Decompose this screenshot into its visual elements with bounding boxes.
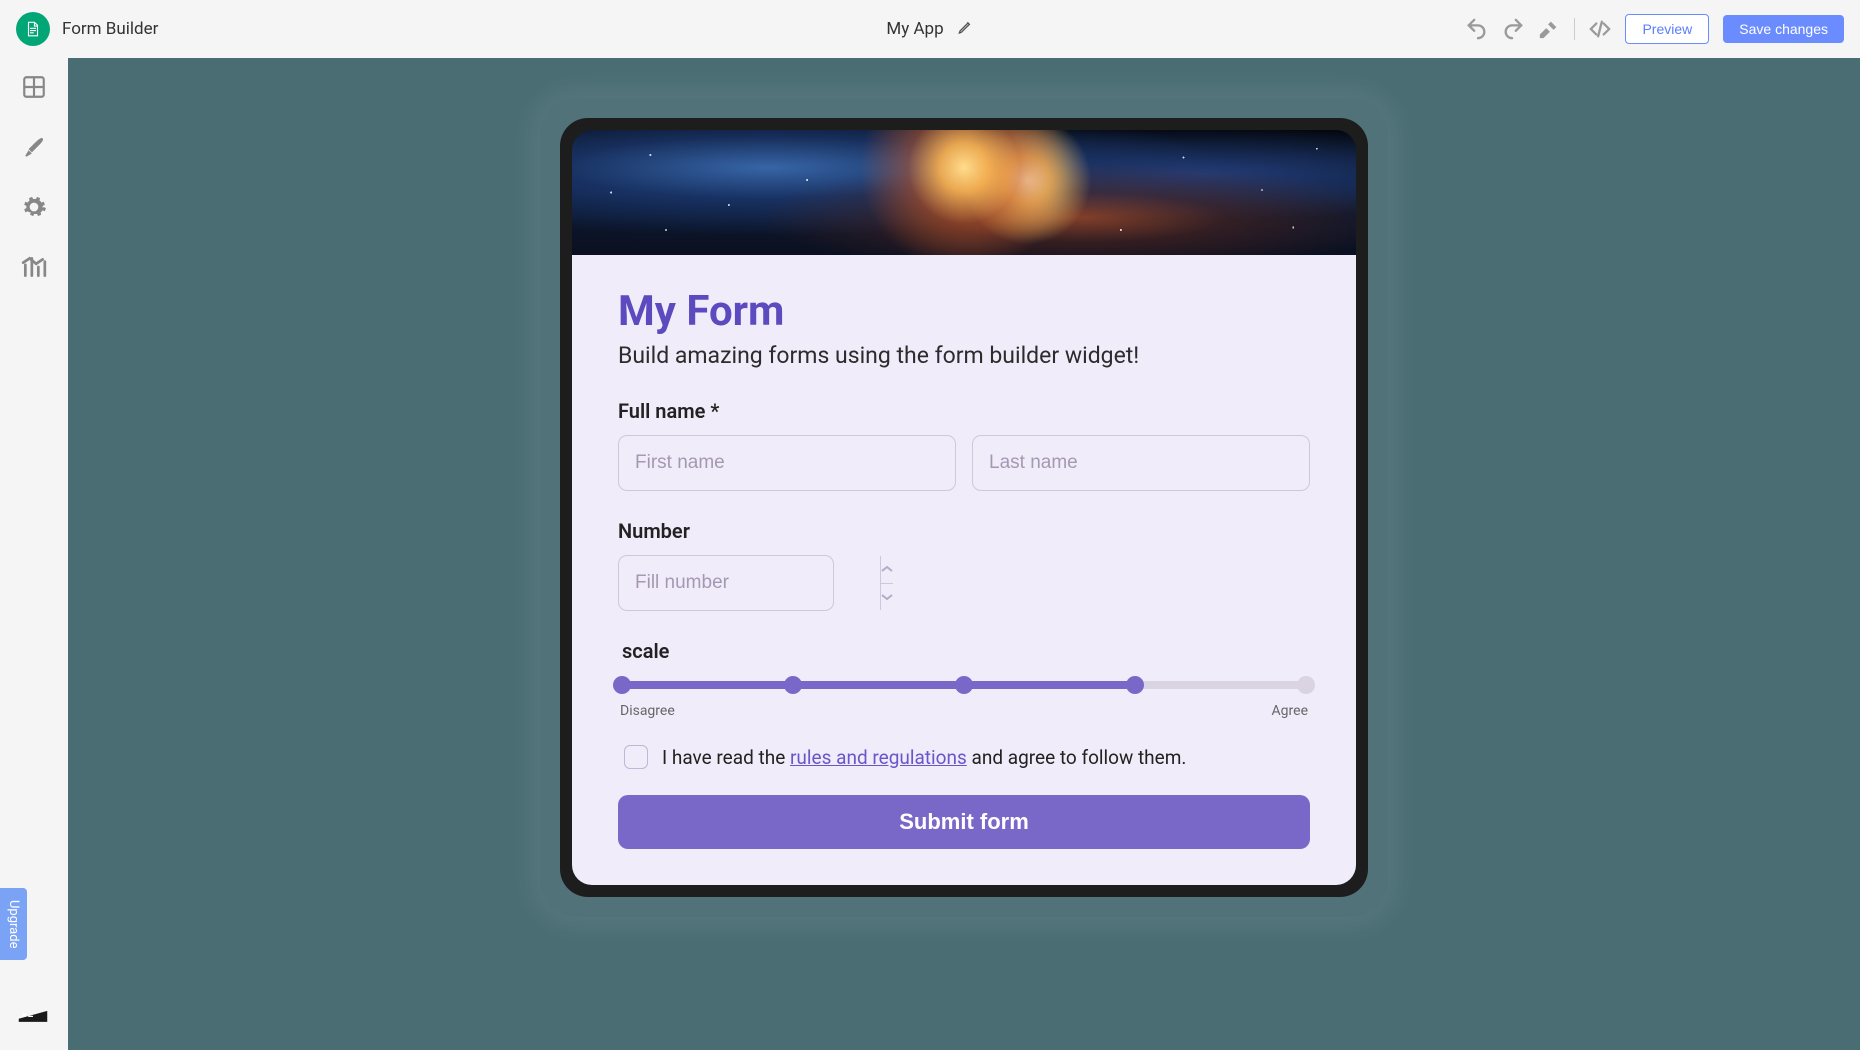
- scale-track-fill: [622, 681, 1135, 689]
- scale-dot-3[interactable]: [955, 676, 973, 694]
- scale-label: scale: [618, 639, 1310, 663]
- header-divider: [1574, 18, 1575, 40]
- number-input-wrap: [618, 555, 834, 611]
- preview-button[interactable]: Preview: [1625, 14, 1709, 44]
- scale-dot-5[interactable]: [1297, 676, 1315, 694]
- save-changes-button[interactable]: Save changes: [1723, 15, 1844, 43]
- form-widget-selection[interactable]: My Form Build amazing forms using the fo…: [540, 98, 1388, 917]
- consent-checkbox[interactable]: [624, 745, 648, 769]
- upgrade-tab[interactable]: Upgrade: [0, 888, 27, 960]
- gavel-icon[interactable]: [1538, 18, 1560, 40]
- form-body: My Form Build amazing forms using the fo…: [572, 255, 1356, 885]
- grid-icon[interactable]: [21, 74, 47, 104]
- scale-label-lo: Disagree: [620, 703, 675, 719]
- scale-dot-2[interactable]: [784, 676, 802, 694]
- stepper-up-icon[interactable]: [881, 556, 893, 584]
- left-sidebar: Upgrade: [0, 58, 68, 1050]
- rules-link[interactable]: rules and regulations: [790, 746, 967, 769]
- stepper-down-icon[interactable]: [881, 584, 893, 611]
- consent-suffix: and agree to follow them.: [967, 746, 1187, 769]
- gear-icon[interactable]: [21, 194, 47, 224]
- brush-icon[interactable]: [21, 134, 47, 164]
- app-label: Form Builder: [62, 19, 158, 39]
- form-header-image: [572, 130, 1356, 255]
- top-header: Form Builder My App Preview Save changes: [0, 0, 1860, 58]
- scale-dot-1[interactable]: [613, 676, 631, 694]
- editor-canvas[interactable]: My Form Build amazing forms using the fo…: [68, 58, 1860, 1050]
- terminal-icon[interactable]: [14, 1002, 52, 1030]
- app-name: My App: [886, 19, 943, 39]
- form-subtitle: Build amazing forms using the form build…: [618, 342, 1310, 369]
- undo-icon[interactable]: [1466, 18, 1488, 40]
- app-name-section: My App: [886, 19, 973, 40]
- first-name-input[interactable]: [618, 435, 956, 491]
- document-icon: [24, 20, 42, 38]
- redo-icon[interactable]: [1502, 18, 1524, 40]
- submit-button[interactable]: Submit form: [618, 795, 1310, 849]
- form-title: My Form: [618, 287, 1310, 336]
- code-icon[interactable]: [1589, 18, 1611, 40]
- form-widget-frame: My Form Build amazing forms using the fo…: [560, 118, 1368, 897]
- fullname-label: Full name *: [618, 399, 1310, 423]
- consent-prefix: I have read the: [662, 746, 790, 769]
- app-logo[interactable]: [16, 12, 50, 46]
- number-label: Number: [618, 519, 1310, 543]
- number-input[interactable]: [635, 572, 880, 594]
- scale-label-hi: Agree: [1272, 703, 1308, 719]
- number-stepper: [880, 556, 893, 610]
- last-name-input[interactable]: [972, 435, 1310, 491]
- edit-app-name-icon[interactable]: [958, 19, 974, 40]
- consent-text: I have read the rules and regulations an…: [662, 746, 1186, 769]
- scale-dot-4[interactable]: [1126, 676, 1144, 694]
- analytics-icon[interactable]: [21, 254, 47, 284]
- scale-slider[interactable]: [622, 677, 1306, 693]
